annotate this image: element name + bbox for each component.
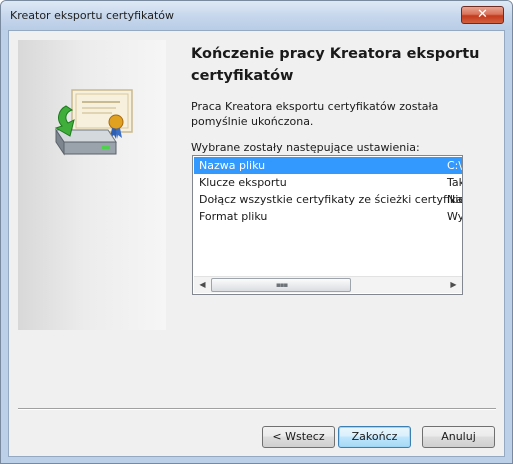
list-item[interactable]: Nazwa pliku C:\ xyxy=(194,157,462,174)
scroll-right-icon[interactable]: ▶ xyxy=(445,277,462,293)
grip-icon: ▪▪▪ xyxy=(276,281,288,289)
setting-name: Nazwa pliku xyxy=(199,159,266,172)
setting-name: Klucze eksportu xyxy=(199,176,287,189)
list-item[interactable]: Dołącz wszystkie certyfikaty ze ścieżki … xyxy=(194,191,462,208)
completion-message: Praca Kreatora eksportu certyfikatów zos… xyxy=(191,100,439,128)
setting-value: Nie xyxy=(447,193,462,206)
page-title: Kończenie pracy Kreatora eksportu certyf… xyxy=(191,46,480,84)
button-separator xyxy=(18,408,496,410)
window-title: Kreator eksportu certyfikatów xyxy=(10,9,174,22)
setting-value: Tak xyxy=(447,176,462,189)
close-button[interactable]: ✕ xyxy=(461,6,504,24)
certificate-export-icon xyxy=(54,89,133,156)
setting-name: Format pliku xyxy=(199,210,268,223)
scroll-left-icon[interactable]: ◀ xyxy=(194,277,211,293)
wizard-side-panel xyxy=(18,40,166,330)
back-button[interactable]: < Wstecz xyxy=(262,426,335,448)
setting-name: Dołącz wszystkie certyfikaty ze ścieżki … xyxy=(199,193,462,206)
wizard-client-area: Kończenie pracy Kreatora eksportu certyf… xyxy=(8,30,505,457)
setting-value: C:\ xyxy=(447,159,462,172)
setting-value: Wy xyxy=(447,210,462,223)
title-bar[interactable]: Kreator eksportu certyfikatów ✕ xyxy=(1,1,512,30)
settings-list[interactable]: Nazwa pliku C:\ Klucze eksportu Tak Dołą… xyxy=(192,155,463,295)
cancel-button[interactable]: Anuluj xyxy=(422,426,495,448)
horizontal-scrollbar[interactable]: ◀ ▪▪▪ ▶ xyxy=(194,276,462,293)
wizard-window: Kreator eksportu certyfikatów ✕ Kończeni… xyxy=(0,0,513,464)
list-item[interactable]: Klucze eksportu Tak xyxy=(194,174,462,191)
close-icon: ✕ xyxy=(477,7,488,22)
list-item[interactable]: Format pliku Wy xyxy=(194,208,462,225)
finish-button[interactable]: Zakończ xyxy=(338,426,411,448)
scroll-thumb[interactable]: ▪▪▪ xyxy=(211,278,351,292)
settings-label: Wybrane zostały następujące ustawienia: xyxy=(191,141,420,154)
